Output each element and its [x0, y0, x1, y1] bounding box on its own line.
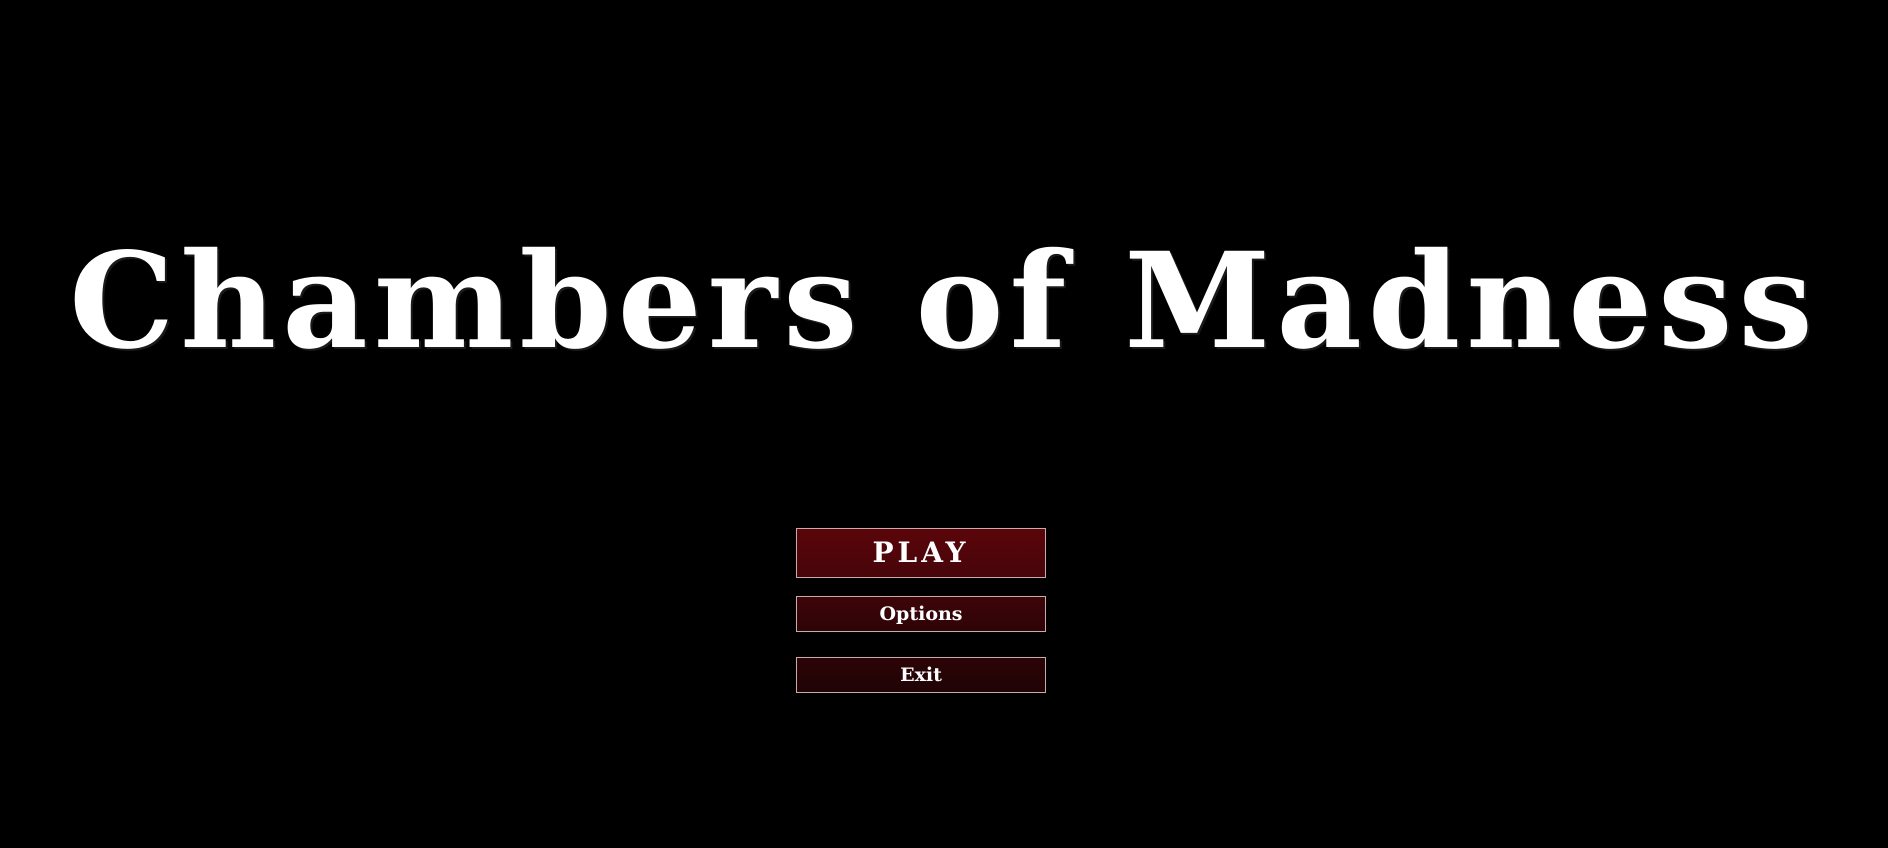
exit-button[interactable]: Exit: [796, 657, 1046, 693]
options-button[interactable]: Options: [796, 596, 1046, 632]
game-title: Chambers of Madness: [69, 224, 1819, 379]
play-button[interactable]: PLAY: [796, 528, 1046, 578]
main-menu-screen: Chambers of Madness PLAY Options Exit: [0, 0, 1888, 848]
